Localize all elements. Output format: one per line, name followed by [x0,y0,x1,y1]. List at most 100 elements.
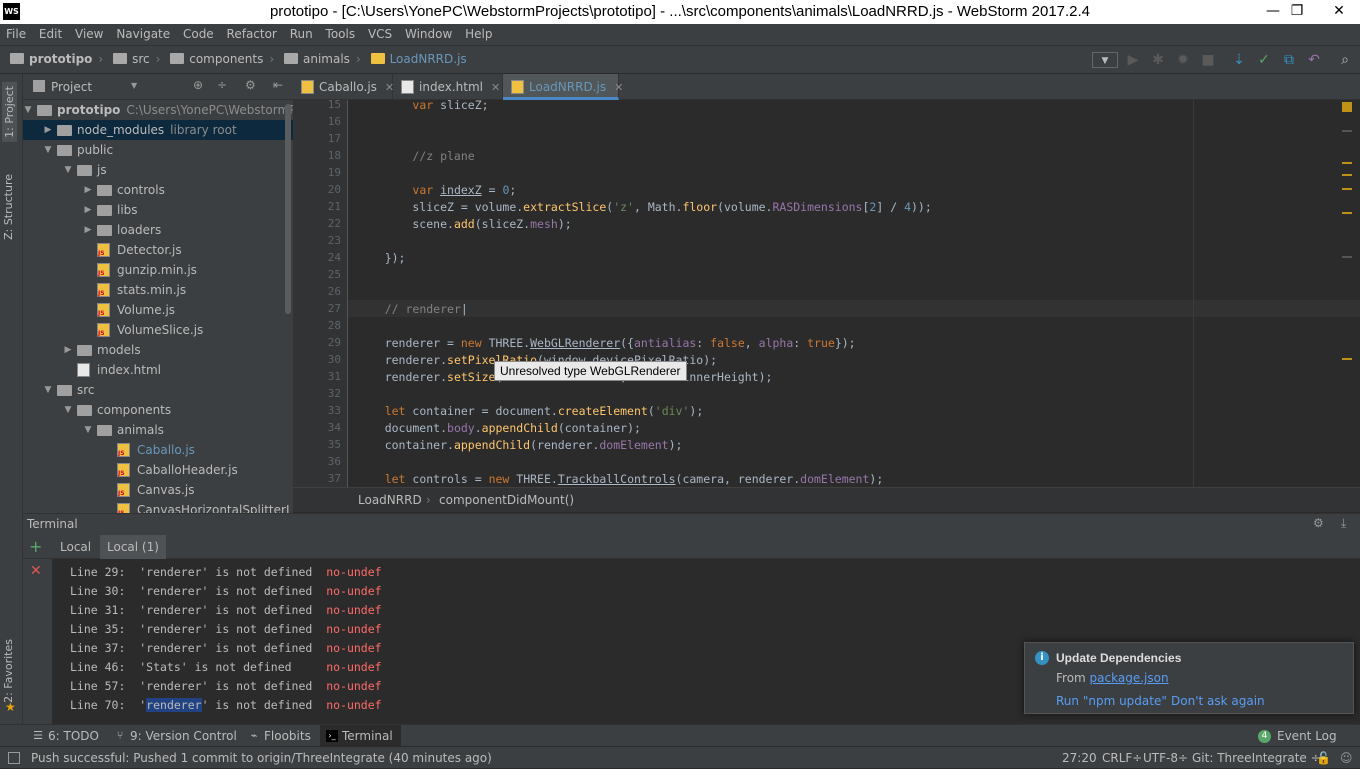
menu-code[interactable]: Code [180,24,217,44]
gear-icon[interactable]: ⚙ [245,78,256,92]
tree-folder[interactable]: ▶ controls [23,180,293,200]
tab-local[interactable]: Local [53,535,98,559]
project-view-selector[interactable]: Project [51,80,92,94]
star-icon[interactable]: ★ [5,700,16,714]
terminal-tool-button[interactable]: ›_ Terminal [320,725,401,747]
tree-folder[interactable]: ▶ libs [23,200,293,220]
error-stripe[interactable] [1342,100,1354,487]
collapse-icon[interactable]: ÷ [217,78,227,92]
chevron-down-icon[interactable]: ▼ [63,400,73,420]
dont-ask-again-link[interactable]: Don't ask again [1171,694,1265,708]
tree-folder[interactable]: ▶ node_modules library root [23,120,293,140]
menu-view[interactable]: View [72,24,106,44]
tree-file[interactable]: Caballo.js [23,440,293,464]
hide-panel-icon[interactable]: ⤓ [1341,516,1346,531]
tree-file[interactable]: Volume.js [23,300,293,324]
close-tab-icon[interactable]: ✕ [614,81,623,94]
vcs-update-icon[interactable]: ⇣ [1231,52,1247,68]
tree-file[interactable]: Canvas.js [23,480,293,504]
tree-folder[interactable]: ▼ prototipoC:\Users\YonePC\WebstormProjec… [23,100,293,120]
tree-scrollbar[interactable] [285,104,291,314]
chevron-right-icon[interactable]: ▶ [83,200,93,220]
menu-vcs[interactable]: VCS [365,24,395,44]
status-message[interactable]: Push successful: Pushed 1 commit to orig… [31,747,492,769]
tree-file[interactable]: CaballoHeader.js [23,460,293,484]
locate-icon[interactable]: ⊕ [193,78,203,92]
tab-loadnrrd-js[interactable]: LoadNRRD.js ✕ [503,74,623,100]
menu-refactor[interactable]: Refactor [224,24,280,44]
tree-folder[interactable]: ▼ public [23,140,293,160]
tree-file[interactable]: stats.min.js [23,280,293,304]
tree-file[interactable]: CanvasHorizontalSplitterLayout.js [23,500,293,514]
project-tool-tab[interactable]: 1: Project [2,82,17,142]
coverage-icon[interactable]: ✹ [1175,52,1191,68]
tree-folder[interactable]: ▼ components [23,400,293,420]
breadcrumb-method[interactable]: componentDidMount() [439,493,574,507]
tree-folder[interactable]: ▼ js [23,160,293,180]
chevron-down-icon[interactable]: ▼ [43,140,53,160]
stop-icon[interactable]: ■ [1200,52,1216,68]
tree-folder[interactable]: ▶ loaders [23,220,293,240]
run-config-dropdown[interactable]: ▼ [1092,52,1118,68]
menu-tools[interactable]: Tools [323,24,359,44]
close-session-icon[interactable]: ✕ [30,563,42,579]
breadcrumb-src[interactable]: src [132,52,150,66]
chevron-down-icon[interactable]: ▼ [23,100,33,120]
structure-tool-tab[interactable]: Z: Structure [2,174,15,240]
warning-indicator[interactable] [1342,102,1352,112]
menu-edit[interactable]: Edit [36,24,65,44]
run-icon[interactable]: ▶ [1125,52,1141,68]
tab-caballo-js[interactable]: Caballo.js ✕ [293,74,394,100]
tree-file[interactable]: VolumeSlice.js [23,320,293,344]
line-separator-selector[interactable]: CRLF÷ [1102,747,1142,769]
vcs-revert-icon[interactable]: ↶ [1306,52,1322,68]
menu-navigate[interactable]: Navigate [113,24,173,44]
tree-file[interactable]: gunzip.min.js [23,260,293,284]
chevron-down-icon[interactable]: ▼ [131,81,137,90]
package-json-link[interactable]: package.json [1090,671,1169,685]
chevron-down-icon[interactable]: ▼ [43,380,53,400]
close-tab-icon[interactable]: ✕ [491,81,500,94]
tab-index-html[interactable]: index.html ✕ [393,74,503,100]
chevron-right-icon[interactable]: ▶ [43,120,53,140]
vcs-compare-icon[interactable]: ⧉ [1281,52,1297,68]
menu-window[interactable]: Window [402,24,455,44]
breadcrumb-file[interactable]: LoadNRRD.js [390,52,467,66]
lock-icon[interactable]: 🔓 [1316,747,1331,769]
code-editor[interactable]: 15 16 17 18 19 20 21 22 23 24 25 26 27 28 29 30 31 32 33 34… [293,100,1360,487]
hide-panel-icon[interactable]: ⇤ [273,78,283,92]
chevron-down-icon[interactable]: ▼ [63,160,73,180]
favorites-tool-tab[interactable]: 2: Favorites [2,639,15,703]
event-log-tool-button[interactable]: 4 Event Log [1258,725,1337,747]
gear-icon[interactable]: ⚙ [1313,516,1324,530]
todo-tool-button[interactable]: ☰ 6: TODO [32,725,99,747]
breadcrumb-animals[interactable]: animals [303,52,350,66]
vcs-commit-icon[interactable]: ✓ [1256,52,1272,68]
tool-windows-toggle-icon[interactable] [8,752,20,764]
tree-folder[interactable]: ▶ models [23,340,293,360]
tree-folder[interactable]: ▼ src [23,380,293,400]
chevron-right-icon[interactable]: ▶ [83,180,93,200]
run-npm-update-link[interactable]: Run "npm update" [1056,694,1167,708]
tab-local-1[interactable]: Local (1) [100,535,166,559]
new-session-icon[interactable]: + [29,537,42,556]
search-icon[interactable]: ⌕ [1337,52,1353,68]
maximize-button[interactable]: ❐ [1280,0,1314,24]
caret-position[interactable]: 27:20 [1062,747,1097,769]
debug-icon[interactable]: ✱ [1150,52,1166,68]
breadcrumb-project[interactable]: prototipo [29,52,92,66]
menu-run[interactable]: Run [287,24,316,44]
tree-file[interactable]: index.html [23,360,293,380]
tree-folder[interactable]: ▼ animals [23,420,293,440]
menu-help[interactable]: Help [462,24,495,44]
breadcrumb-components[interactable]: components [189,52,263,66]
floobits-tool-button[interactable]: ⌁ Floobits [248,725,311,747]
encoding-selector[interactable]: UTF-8÷ [1143,747,1188,769]
breadcrumb-class[interactable]: LoadNRRD [358,493,422,507]
tree-file[interactable]: Detector.js [23,240,293,264]
hector-icon[interactable]: ☺ [1340,747,1353,769]
chevron-down-icon[interactable]: ▼ [83,420,93,440]
chevron-right-icon[interactable]: ▶ [63,340,73,360]
menu-file[interactable]: File [3,24,29,44]
version-control-tool-button[interactable]: ⑂ 9: Version Control [114,725,237,747]
